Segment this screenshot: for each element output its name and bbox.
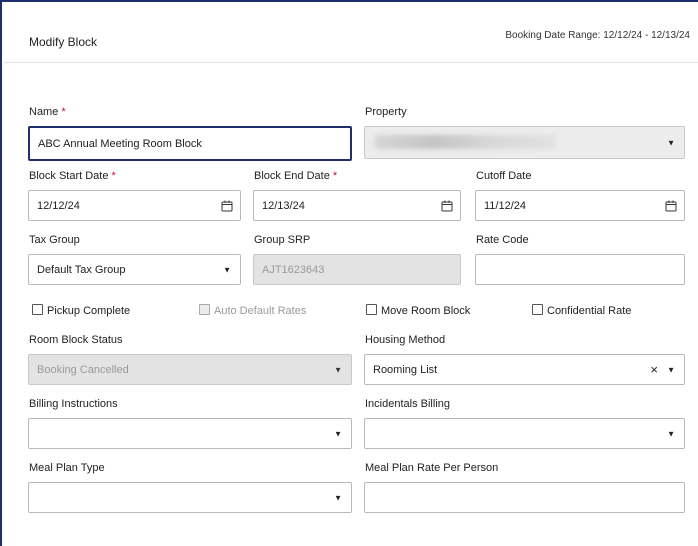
block-start-date-label-text: Block Start Date [29, 170, 109, 182]
tax-group-select[interactable]: Default Tax Group ▼ [28, 254, 241, 285]
checkbox-box[interactable] [32, 304, 43, 315]
property-select[interactable]: ▼ [364, 126, 685, 159]
block-end-date-label-text: Block End Date [254, 170, 330, 182]
auto-default-rates-checkbox: Auto Default Rates [199, 304, 306, 317]
room-block-status-select: Booking Cancelled ▼ [28, 354, 352, 385]
cutoff-date-label: Cutoff Date [476, 170, 532, 182]
cutoff-date-input[interactable]: 11/12/24 [475, 190, 685, 221]
panel-header: Modify Block Booking Date Range: 12/12/2… [4, 4, 698, 63]
pickup-complete-checkbox[interactable]: Pickup Complete [32, 304, 130, 317]
chevron-down-icon: ▼ [334, 365, 342, 374]
tax-group-label: Tax Group [29, 234, 80, 246]
billing-instructions-select[interactable]: ▼ [28, 418, 352, 449]
housing-method-select[interactable]: Rooming List × ▼ [364, 354, 685, 385]
checkbox-box[interactable] [532, 304, 543, 315]
block-start-date-value: 12/12/24 [37, 199, 80, 212]
block-start-date-label: Block Start Date * [29, 170, 116, 182]
block-start-date-input[interactable]: 12/12/24 [28, 190, 241, 221]
property-label: Property [365, 106, 407, 118]
calendar-icon[interactable] [440, 199, 454, 213]
booking-range-label: Booking Date Range: [505, 30, 601, 41]
name-input-value: ABC Annual Meeting Room Block [38, 137, 202, 150]
room-block-status-value: Booking Cancelled [37, 363, 129, 376]
chevron-down-icon: ▼ [334, 429, 342, 438]
required-mark: * [61, 106, 66, 118]
block-end-date-value: 12/13/24 [262, 199, 305, 212]
property-value-redacted [375, 135, 555, 149]
booking-range-value: 12/12/24 - 12/13/24 [603, 30, 690, 41]
required-mark: * [332, 170, 338, 182]
booking-date-range: Booking Date Range: 12/12/24 - 12/13/24 [505, 30, 690, 41]
checkbox-box [199, 304, 210, 315]
calendar-icon[interactable] [664, 199, 678, 213]
chevron-down-icon: ▼ [223, 265, 231, 274]
name-label: Name * [29, 106, 66, 118]
confidential-rate-checkbox[interactable]: Confidential Rate [532, 304, 631, 317]
auto-default-rates-label: Auto Default Rates [214, 305, 307, 317]
confidential-rate-label: Confidential Rate [547, 305, 632, 317]
housing-method-value: Rooming List [373, 363, 438, 376]
required-mark: * [111, 170, 116, 182]
block-end-date-label: Block End Date * [254, 170, 337, 182]
meal-plan-type-label: Meal Plan Type [29, 462, 105, 474]
meal-plan-rate-label: Meal Plan Rate Per Person [365, 462, 499, 474]
calendar-icon[interactable] [220, 199, 234, 213]
chevron-down-icon: ▼ [667, 138, 675, 147]
tax-group-value: Default Tax Group [37, 263, 126, 276]
page-title: Modify Block [29, 35, 98, 49]
pickup-complete-label: Pickup Complete [47, 305, 131, 317]
move-room-block-checkbox[interactable]: Move Room Block [366, 304, 470, 317]
move-room-block-label: Move Room Block [381, 305, 471, 317]
meal-plan-rate-input[interactable] [364, 482, 685, 513]
group-srp-input: AJT1623643 [253, 254, 461, 285]
housing-method-label: Housing Method [365, 334, 446, 346]
incidentals-billing-label: Incidentals Billing [365, 398, 450, 410]
meal-plan-type-select[interactable]: ▼ [28, 482, 352, 513]
group-srp-value: AJT1623643 [262, 263, 325, 276]
chevron-down-icon: ▼ [334, 493, 342, 502]
rate-code-input[interactable] [475, 254, 685, 285]
name-label-text: Name [29, 106, 59, 118]
chevron-down-icon[interactable]: ▼ [667, 365, 675, 374]
cutoff-date-value: 11/12/24 [484, 199, 527, 212]
block-end-date-input[interactable]: 12/13/24 [253, 190, 461, 221]
group-srp-label: Group SRP [254, 234, 311, 246]
room-block-status-label: Room Block Status [29, 334, 123, 346]
modify-block-panel: Modify Block Booking Date Range: 12/12/2… [0, 0, 698, 546]
billing-instructions-label: Billing Instructions [29, 398, 118, 410]
name-input[interactable]: ABC Annual Meeting Room Block [28, 126, 352, 161]
close-icon[interactable]: × [650, 362, 658, 377]
rate-code-label: Rate Code [476, 234, 529, 246]
chevron-down-icon: ▼ [667, 429, 675, 438]
incidentals-billing-select[interactable]: ▼ [364, 418, 685, 449]
checkbox-box[interactable] [366, 304, 377, 315]
